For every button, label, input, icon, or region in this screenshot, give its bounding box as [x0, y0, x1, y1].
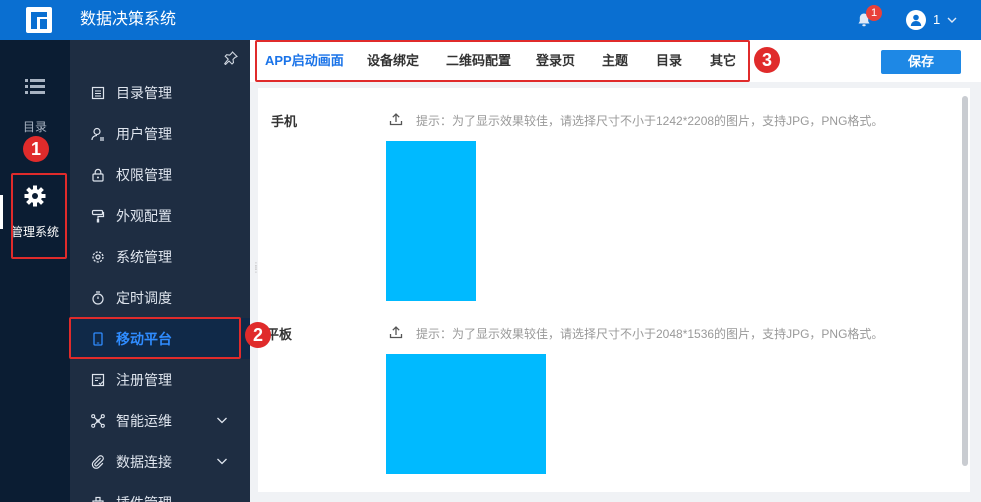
user-avatar[interactable] [906, 10, 926, 30]
phone-row-label: 手机 [271, 114, 298, 129]
link-icon [91, 454, 104, 469]
sidebar-item-label: 定时调度 [116, 289, 172, 306]
ops-icon [91, 413, 105, 428]
app-title: 数据决策系统 [80, 11, 177, 28]
notification-badge: 1 [866, 5, 882, 21]
rail-active-indicator [0, 195, 3, 229]
content-scrollbar[interactable] [962, 96, 968, 466]
sidebar-item-permission-management[interactable]: 权限管理 [70, 154, 250, 195]
sidebar-item-label: 智能运维 [116, 412, 172, 429]
sidebar-item-label: 外观配置 [116, 207, 172, 224]
sidebar-item-label: 系统管理 [116, 248, 172, 265]
pin-icon[interactable] [224, 51, 238, 65]
chevron-down-icon[interactable] [216, 414, 228, 426]
sidebar-item-system-management[interactable]: 系统管理 [70, 236, 250, 277]
rail-item-catalog[interactable]: 目录 [0, 78, 70, 135]
tablet-preview-image[interactable] [386, 354, 546, 474]
lock-icon [92, 168, 104, 182]
upload-icon[interactable] [389, 325, 403, 339]
user-avatar-icon [910, 14, 922, 26]
upload-icon[interactable] [389, 112, 403, 126]
sidebar-item-scheduled-task[interactable]: 定时调度 [70, 277, 250, 318]
list-icon [25, 79, 45, 94]
timer-icon [92, 290, 104, 305]
gear-icon [92, 250, 104, 263]
user-name[interactable]: 1 [933, 0, 940, 40]
annotation-number-2: 2 [245, 322, 271, 348]
sidebar-item-data-connection[interactable]: 数据连接 [70, 441, 250, 482]
sidebar-item-label: 目录管理 [116, 84, 172, 101]
app-logo-icon [26, 7, 52, 33]
rail-item-catalog-label: 目录 [22, 120, 47, 134]
paint-roller-icon [91, 209, 105, 222]
sidebar-item-label: 用户管理 [116, 125, 172, 142]
sidebar-item-registration-management[interactable]: 注册管理 [70, 359, 250, 400]
sidebar-item-appearance-config[interactable]: 外观配置 [70, 195, 250, 236]
annotation-box-1 [11, 173, 67, 259]
register-icon [91, 373, 105, 386]
catalog-icon [91, 86, 105, 99]
chevron-down-icon[interactable] [216, 455, 228, 467]
tablet-upload-hint: 提示：为了显示效果较佳，请选择尺寸不小于2048*1536的图片，支持JPG，P… [416, 327, 884, 341]
sidebar-item-label: 数据连接 [116, 453, 172, 470]
user-icon [91, 127, 104, 141]
sidebar-item-label: 注册管理 [116, 371, 172, 388]
sidebar-item-label: 权限管理 [116, 166, 172, 183]
plugin-icon [92, 496, 104, 502]
sidebar-item-catalog-management[interactable]: 目录管理 [70, 72, 250, 113]
chevron-down-icon[interactable] [946, 14, 958, 26]
annotation-box-2 [69, 317, 241, 359]
phone-upload-hint: 提示：为了显示效果较佳，请选择尺寸不小于1242*2208的图片，支持JPG，P… [416, 114, 884, 128]
annotation-box-3 [255, 40, 750, 82]
sidebar-item-plugin-management[interactable]: 插件管理 [70, 482, 250, 502]
annotation-number-1: 1 [23, 136, 49, 162]
content-panel [258, 88, 970, 492]
sidebar-item-user-management[interactable]: 用户管理 [70, 113, 250, 154]
annotation-number-3: 3 [754, 47, 780, 73]
save-button[interactable]: 保存 [881, 50, 961, 74]
phone-preview-image[interactable] [386, 141, 476, 301]
sidebar-item-label: 插件管理 [116, 493, 172, 502]
sidebar-item-smart-ops[interactable]: 智能运维 [70, 400, 250, 441]
left-rail: 目录 管理系统 [0, 40, 70, 502]
